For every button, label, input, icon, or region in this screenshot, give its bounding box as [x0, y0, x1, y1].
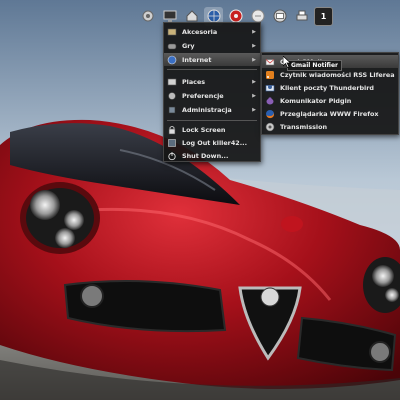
administration-icon — [167, 105, 177, 115]
workspace-number: 1 — [320, 11, 327, 21]
menu-item-label: Gry — [182, 41, 195, 50]
lock-icon — [167, 125, 177, 135]
menu-item-label: Log Out killer42... — [182, 138, 248, 147]
menu-item-internet[interactable]: Internet ▶ — [164, 53, 260, 66]
submenu-item-thunderbird[interactable]: Klient poczty Thunderbird — [262, 81, 398, 94]
menu-item-label: Shut Down... — [182, 151, 229, 160]
menu-item-akcesoria[interactable]: Akcesoria ▶ — [164, 25, 260, 38]
submenu-item-label: Transmission — [280, 122, 328, 131]
submenu-arrow-icon: ▶ — [252, 42, 256, 49]
menu-separator — [167, 69, 257, 70]
submenu-arrow-icon: ▶ — [252, 28, 256, 35]
mouse-cursor-icon — [283, 56, 291, 68]
applications-menu: Akcesoria ▶ Gry ▶ Internet ▶ Places ▶ Pr… — [163, 22, 261, 162]
submenu-item-label: Czytnik wiadomości RSS Liferea — [280, 70, 395, 79]
thunderbird-icon — [265, 83, 275, 93]
submenu-arrow-icon: ▶ — [252, 92, 256, 99]
pidgin-icon — [265, 96, 275, 106]
submenu-item-transmission[interactable]: Transmission — [262, 120, 398, 133]
firefox-icon — [265, 109, 275, 119]
mail-icon[interactable] — [270, 7, 289, 26]
menu-separator — [167, 120, 257, 121]
rss-icon — [265, 70, 275, 80]
workspace-icon[interactable]: 1 — [314, 6, 333, 26]
submenu-item-label: Przeglądarka WWW Firefox — [280, 109, 379, 118]
menu-item-label: Administracja — [182, 105, 232, 114]
transmission-icon — [265, 122, 275, 132]
places-icon — [167, 77, 177, 87]
preferences-icon — [167, 91, 177, 101]
menu-item-lock-screen[interactable]: Lock Screen — [164, 123, 260, 136]
internet-icon — [167, 55, 177, 65]
menu-item-administracja[interactable]: Administracja ▶ — [164, 103, 260, 116]
settings-icon[interactable] — [138, 7, 157, 26]
submenu-item-label: Komunikator Pidgin — [280, 96, 352, 105]
menu-item-gry[interactable]: Gry ▶ — [164, 39, 260, 52]
submenu-arrow-icon: ▶ — [252, 56, 256, 63]
menu-item-label: Places — [182, 77, 206, 86]
menu-item-shut-down[interactable]: Shut Down... — [164, 149, 260, 162]
submenu-item-firefox[interactable]: Przeglądarka WWW Firefox — [262, 107, 398, 120]
shutdown-icon — [167, 151, 177, 161]
logout-icon — [167, 138, 177, 148]
menu-item-label: Internet — [182, 55, 212, 64]
menu-item-label: Lock Screen — [182, 125, 226, 134]
tooltip: Gmail Notifier — [287, 60, 342, 71]
submenu-arrow-icon: ▶ — [252, 106, 256, 113]
menu-item-places[interactable]: Places ▶ — [164, 75, 260, 88]
menu-item-preferencje[interactable]: Preferencje ▶ — [164, 89, 260, 102]
submenu-item-label: Klient poczty Thunderbird — [280, 83, 374, 92]
menu-item-label: Preferencje — [182, 91, 224, 100]
accessories-icon — [167, 27, 177, 37]
games-icon — [167, 41, 177, 51]
submenu-item-pidgin[interactable]: Komunikator Pidgin — [262, 94, 398, 107]
print-icon[interactable] — [292, 7, 311, 26]
menu-item-log-out[interactable]: Log Out killer42... — [164, 136, 260, 149]
mail-icon — [265, 57, 275, 67]
menu-item-label: Akcesoria — [182, 27, 218, 36]
submenu-arrow-icon: ▶ — [252, 78, 256, 85]
